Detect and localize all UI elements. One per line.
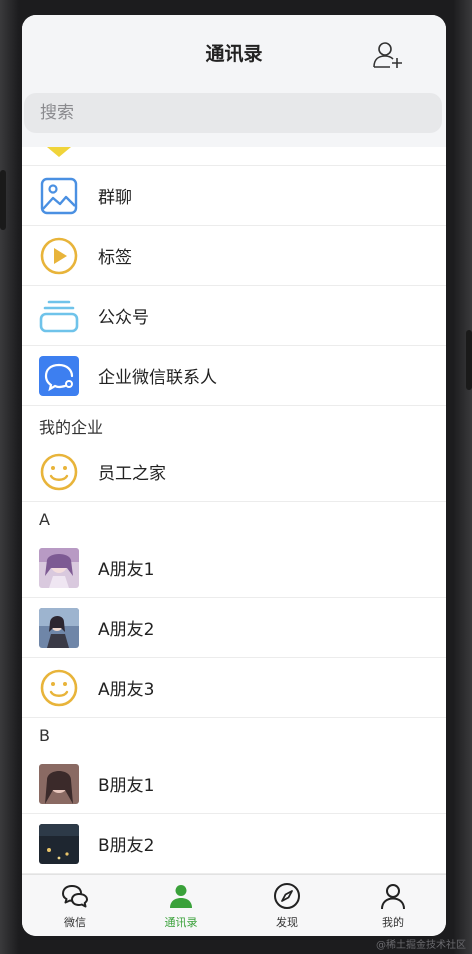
contact-name: A朋友3 xyxy=(98,680,155,700)
top-bar: 通讯录 xyxy=(22,15,446,147)
section-letter: A xyxy=(39,510,50,529)
contact-list[interactable]: 群聊 标签 公众号 企业微信联系人 我的企业 员工之家 A A朋友1 A朋友2 … xyxy=(22,147,446,874)
tab-bar: 微信 通讯录 发现 我的 xyxy=(22,874,446,936)
tab-me[interactable]: 我的 xyxy=(340,875,446,936)
contact-name: B朋友1 xyxy=(98,776,155,796)
section-title: 我的企业 xyxy=(39,418,104,437)
contact-row[interactable]: B朋友1 xyxy=(22,754,446,814)
compass-icon xyxy=(274,883,300,909)
smiley-icon xyxy=(40,669,78,707)
row-work-contacts[interactable]: 企业微信联系人 xyxy=(22,346,446,406)
section-header-enterprise: 我的企业 xyxy=(22,406,446,442)
contact-name: A朋友2 xyxy=(98,620,155,640)
tab-label: 发现 xyxy=(276,916,298,929)
contact-name: B朋友2 xyxy=(98,836,155,856)
watermark: @稀土掘金技术社区 xyxy=(376,940,466,951)
phone-screen: 通讯录 群聊 xyxy=(22,15,446,936)
section-header-b: B xyxy=(22,718,446,754)
power-button xyxy=(466,330,472,390)
section-letter: B xyxy=(39,726,50,745)
row-label: 公众号 xyxy=(98,308,149,328)
contact-row[interactable]: B朋友2 xyxy=(22,814,446,874)
chat-icon xyxy=(62,885,88,908)
search-bar[interactable] xyxy=(24,93,442,133)
tab-discover[interactable]: 发现 xyxy=(234,875,340,936)
play-circle-icon xyxy=(40,237,78,275)
partial-row xyxy=(22,147,446,166)
section-header-a: A xyxy=(22,502,446,538)
tab-label: 微信 xyxy=(64,916,86,929)
volume-button xyxy=(0,170,6,230)
avatar xyxy=(39,764,79,804)
row-label: 员工之家 xyxy=(98,464,166,484)
contacts-icon xyxy=(170,885,192,908)
row-official-accounts[interactable]: 公众号 xyxy=(22,286,446,346)
tab-label: 我的 xyxy=(382,916,404,929)
person-icon xyxy=(381,884,405,910)
row-label: 企业微信联系人 xyxy=(98,368,217,388)
contact-row[interactable]: A朋友2 xyxy=(22,598,446,658)
row-label: 群聊 xyxy=(98,188,132,208)
chat-bubble-icon xyxy=(39,356,79,396)
contact-name: A朋友1 xyxy=(98,560,155,580)
avatar xyxy=(39,548,79,588)
tab-chats[interactable]: 微信 xyxy=(22,875,128,936)
search-input[interactable] xyxy=(24,93,420,133)
avatar xyxy=(39,608,79,648)
contact-row[interactable]: A朋友1 xyxy=(22,538,446,598)
tab-label: 通讯录 xyxy=(164,916,198,929)
add-friend-icon[interactable] xyxy=(372,39,404,71)
image-icon xyxy=(40,177,78,215)
row-group-chat[interactable]: 群聊 xyxy=(22,166,446,226)
tab-contacts[interactable]: 通讯录 xyxy=(128,875,234,936)
row-employee-home[interactable]: 员工之家 xyxy=(22,442,446,502)
row-tags[interactable]: 标签 xyxy=(22,226,446,286)
new-friend-icon xyxy=(47,147,71,157)
smiley-icon xyxy=(40,453,78,491)
avatar xyxy=(39,824,79,864)
row-label: 标签 xyxy=(98,248,132,268)
layers-icon xyxy=(39,300,79,333)
contact-row[interactable]: A朋友3 xyxy=(22,658,446,718)
